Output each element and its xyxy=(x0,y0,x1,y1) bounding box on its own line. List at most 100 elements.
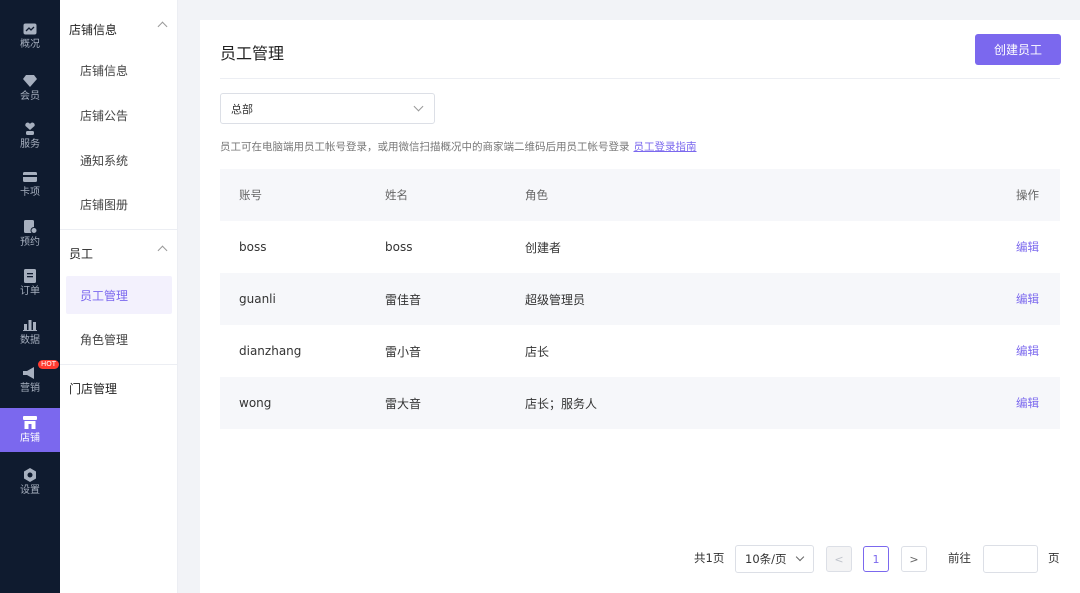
heart-hand-icon xyxy=(23,122,37,136)
pagination-total: 共1页 xyxy=(694,551,725,565)
column-header-role: 角色 xyxy=(525,188,548,202)
cell-name: 雷佳音 xyxy=(385,292,422,307)
branch-select-value: 总部 xyxy=(231,102,253,116)
nav-label: 卡项 xyxy=(20,186,40,198)
submenu-group-label: 门店管理 xyxy=(69,381,118,396)
chevron-up-icon xyxy=(157,21,168,32)
nav-members[interactable]: 会员 xyxy=(0,66,60,110)
cell-account: boss xyxy=(239,240,267,254)
chevron-down-icon xyxy=(795,552,805,562)
nav-settings[interactable]: 设置 xyxy=(0,460,60,504)
nav-overview[interactable]: 概况 xyxy=(0,14,60,58)
submenu-item-album[interactable]: 店铺图册 xyxy=(66,185,172,223)
store-icon xyxy=(23,416,37,430)
submenu-item-label: 角色管理 xyxy=(80,332,129,347)
submenu-item-label: 员工管理 xyxy=(80,288,129,303)
submenu-group-outlets[interactable]: 门店管理 xyxy=(60,366,178,410)
table-row: dianzhang 雷小音 店长 编辑 xyxy=(220,325,1060,377)
bar-chart-icon xyxy=(23,318,37,332)
nav-label: 预约 xyxy=(20,236,40,248)
login-tip: 员工可在电脑端用员工帐号登录，或用微信扫描概况中的商家端二维码后用员工帐号登录员… xyxy=(220,139,697,154)
edit-link[interactable]: 编辑 xyxy=(1016,377,1039,429)
page-title: 员工管理 xyxy=(220,44,285,63)
table-row: guanli 雷佳音 超级管理员 编辑 xyxy=(220,273,1060,325)
divider xyxy=(220,78,1060,79)
submenu-item-staff-management[interactable]: 员工管理 xyxy=(66,276,172,314)
nav-label: 服务 xyxy=(20,138,40,150)
divider xyxy=(60,364,178,365)
nav-label: 订单 xyxy=(20,285,40,297)
chart-icon xyxy=(23,22,37,36)
store-submenu: 店铺信息 店铺信息 店铺公告 通知系统 店铺图册 员工 员工管理 角色管理 门店… xyxy=(60,0,178,593)
login-tip-text: 员工可在电脑端用员工帐号登录，或用微信扫描概况中的商家端二维码后用员工帐号登录 xyxy=(220,141,630,153)
nav-label: 营销 xyxy=(20,382,40,394)
edit-link[interactable]: 编辑 xyxy=(1016,325,1039,377)
nav-label: 概况 xyxy=(20,38,40,50)
cell-name: 雷大音 xyxy=(385,396,422,411)
nav-orders[interactable]: 订单 xyxy=(0,261,60,305)
edit-link[interactable]: 编辑 xyxy=(1016,273,1039,325)
submenu-item-label: 店铺公告 xyxy=(80,108,129,123)
page-size-value: 10条/页 xyxy=(745,552,787,566)
column-header-name: 姓名 xyxy=(385,188,408,202)
table-row: wong 雷大音 店长；服务人 编辑 xyxy=(220,377,1060,429)
goto-label: 前往 xyxy=(948,551,971,565)
submenu-group-label: 店铺信息 xyxy=(69,22,118,37)
chevron-down-icon xyxy=(413,101,424,112)
main-panel: 员工管理 创建员工 总部 员工可在电脑端用员工帐号登录，或用微信扫描概况中的商家… xyxy=(200,20,1080,593)
submenu-item-notification[interactable]: 通知系统 xyxy=(66,141,172,179)
page-1-button[interactable]: 1 xyxy=(863,546,889,572)
submenu-item-store-notice[interactable]: 店铺公告 xyxy=(66,96,172,134)
page-suffix-label: 页 xyxy=(1048,551,1060,565)
login-guide-link[interactable]: 员工登录指南 xyxy=(634,141,697,153)
column-header-account: 账号 xyxy=(239,188,262,202)
cell-name: boss xyxy=(385,240,413,254)
nav-store[interactable]: 店铺 xyxy=(0,408,60,452)
cell-role: 创建者 xyxy=(525,240,562,255)
nav-label: 店铺 xyxy=(20,432,40,444)
cell-role: 店长；服务人 xyxy=(525,396,598,411)
create-staff-button[interactable]: 创建员工 xyxy=(975,34,1061,65)
nav-label: 会员 xyxy=(20,90,40,102)
nav-data[interactable]: 数据 xyxy=(0,310,60,354)
staff-table: 账号 姓名 角色 操作 boss boss 创建者 编辑 guanli 雷佳音 … xyxy=(220,169,1060,429)
divider xyxy=(60,229,178,230)
submenu-group-store-info[interactable]: 店铺信息 xyxy=(60,7,178,51)
nav-cards[interactable]: 卡项 xyxy=(0,162,60,206)
gear-icon xyxy=(23,467,37,482)
megaphone-icon xyxy=(23,366,37,380)
card-icon xyxy=(23,170,37,184)
hot-badge: HOT xyxy=(38,360,60,369)
submenu-group-label: 员工 xyxy=(69,246,94,261)
nav-label: 设置 xyxy=(20,484,40,496)
nav-booking[interactable]: 预约 xyxy=(0,212,60,256)
cell-account: guanli xyxy=(239,292,276,306)
submenu-group-staff[interactable]: 员工 xyxy=(60,231,178,275)
submenu-item-label: 店铺信息 xyxy=(80,63,129,78)
page-size-select[interactable]: 10条/页 xyxy=(735,545,814,573)
cell-role: 店长 xyxy=(525,344,550,359)
cell-account: wong xyxy=(239,396,272,410)
goto-page-input[interactable] xyxy=(983,545,1038,573)
submenu-item-role-management[interactable]: 角色管理 xyxy=(66,320,172,358)
prev-page-button[interactable]: < xyxy=(826,546,852,572)
nav-label: 数据 xyxy=(20,334,40,346)
nav-marketing[interactable]: 营销 HOT xyxy=(0,358,60,402)
main-nav-rail: 概况 会员 服务 卡项 预约 订单 数据 营销 HOT 店铺 设置 xyxy=(0,0,60,593)
table-header-row: 账号 姓名 角色 操作 xyxy=(220,169,1060,221)
cell-name: 雷小音 xyxy=(385,344,422,359)
next-page-button[interactable]: > xyxy=(901,546,927,572)
column-header-action: 操作 xyxy=(1016,188,1039,202)
order-icon xyxy=(23,268,37,283)
branch-select[interactable]: 总部 xyxy=(220,93,435,124)
diamond-icon xyxy=(23,74,37,88)
cell-role: 超级管理员 xyxy=(525,292,586,307)
cell-account: dianzhang xyxy=(239,344,302,358)
nav-services[interactable]: 服务 xyxy=(0,114,60,158)
submenu-item-label: 店铺图册 xyxy=(80,197,129,212)
table-row: boss boss 创建者 编辑 xyxy=(220,221,1060,273)
chevron-up-icon xyxy=(157,245,168,256)
submenu-item-store-info[interactable]: 店铺信息 xyxy=(66,51,172,89)
edit-link[interactable]: 编辑 xyxy=(1016,221,1039,273)
submenu-item-label: 通知系统 xyxy=(80,153,129,168)
